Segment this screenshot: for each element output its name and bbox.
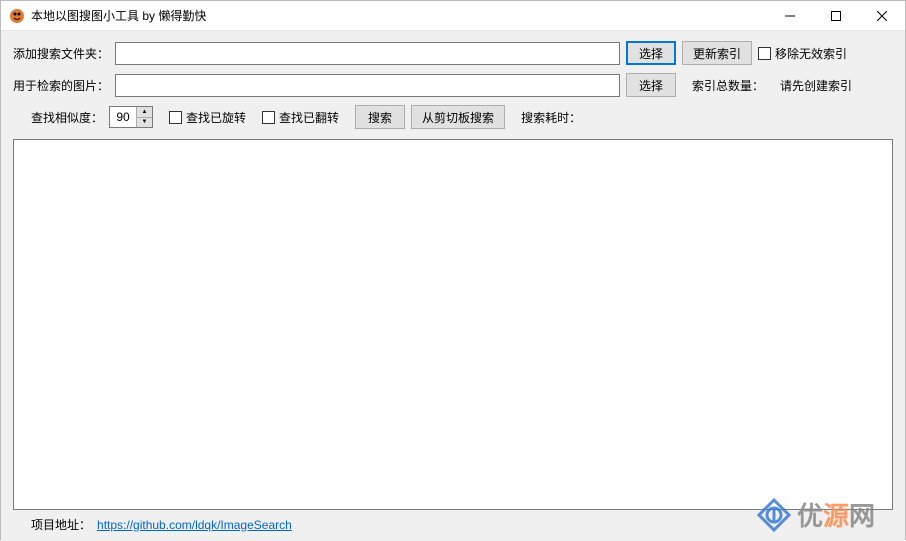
image-input[interactable] <box>115 74 620 97</box>
maximize-button[interactable] <box>813 1 859 31</box>
checkbox-icon <box>758 47 771 60</box>
similarity-label: 查找相似度： <box>31 109 103 126</box>
folder-select-button[interactable]: 选择 <box>626 41 676 65</box>
window-title: 本地以图搜图小工具 by 懒得勤快 <box>31 7 206 24</box>
search-time-label: 搜索耗时： <box>521 109 581 126</box>
similarity-input[interactable] <box>110 107 136 127</box>
index-count-hint: 请先创建索引 <box>780 77 852 94</box>
image-label: 用于检索的图片： <box>13 77 109 94</box>
options-row: 查找相似度： ▲ ▼ 查找已旋转 查找已翻转 搜索 从剪切板搜索 搜索耗时： <box>13 105 893 129</box>
folder-label: 添加搜索文件夹： <box>13 45 109 62</box>
search-button[interactable]: 搜索 <box>355 105 405 129</box>
clipboard-search-button[interactable]: 从剪切板搜索 <box>411 105 505 129</box>
title-bar: 本地以图搜图小工具 by 懒得勤快 <box>1 1 905 31</box>
update-index-button[interactable]: 更新索引 <box>682 41 752 65</box>
search-flipped-label: 查找已翻转 <box>279 109 339 126</box>
close-button[interactable] <box>859 1 905 31</box>
index-count-label: 索引总数量： <box>692 77 764 94</box>
app-icon <box>9 8 25 24</box>
image-row: 用于检索的图片： 选择 索引总数量： 请先创建索引 <box>13 73 893 97</box>
checkbox-icon <box>262 111 275 124</box>
remove-invalid-checkbox[interactable]: 移除无效索引 <box>758 45 847 62</box>
search-rotated-checkbox[interactable]: 查找已旋转 <box>169 109 246 126</box>
search-rotated-label: 查找已旋转 <box>186 109 246 126</box>
project-link[interactable]: https://github.com/ldqk/ImageSearch <box>97 518 292 532</box>
spinner-down-icon[interactable]: ▼ <box>137 118 152 128</box>
similarity-stepper[interactable]: ▲ ▼ <box>109 106 153 128</box>
results-panel <box>13 139 893 510</box>
watermark: 优源网 <box>757 496 875 533</box>
client-area: 添加搜索文件夹： 选择 更新索引 移除无效索引 用于检索的图片： 选择 索引总数… <box>1 31 905 541</box>
footer: 项目地址： https://github.com/ldqk/ImageSearc… <box>13 510 893 533</box>
search-flipped-checkbox[interactable]: 查找已翻转 <box>262 109 339 126</box>
checkbox-icon <box>169 111 182 124</box>
watermark-text: 优源网 <box>797 496 875 533</box>
spinner-up-icon[interactable]: ▲ <box>137 107 152 118</box>
remove-invalid-label: 移除无效索引 <box>775 45 847 62</box>
project-address-label: 项目地址： <box>31 516 91 533</box>
minimize-button[interactable] <box>767 1 813 31</box>
folder-input[interactable] <box>115 42 620 65</box>
folder-row: 添加搜索文件夹： 选择 更新索引 移除无效索引 <box>13 41 893 65</box>
image-select-button[interactable]: 选择 <box>626 73 676 97</box>
watermark-logo-icon <box>757 498 791 532</box>
